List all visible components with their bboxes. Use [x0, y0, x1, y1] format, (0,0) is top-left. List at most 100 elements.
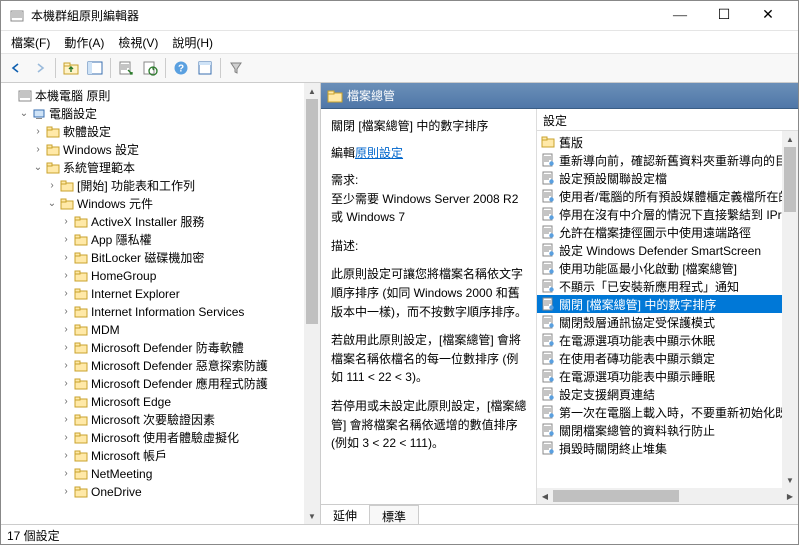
tab-strip: 延伸 標準: [321, 504, 798, 524]
policy-icon: [541, 441, 555, 455]
tree-item[interactable]: ›Microsoft Defender 防毒軟體: [3, 339, 302, 357]
tree-item[interactable]: ›Microsoft 次要驗證因素: [3, 411, 302, 429]
tree-item[interactable]: ›MDM: [3, 321, 302, 339]
scroll-left-icon[interactable]: ◀: [537, 488, 553, 504]
tree-start-menu[interactable]: ›[開始] 功能表和工作列: [3, 177, 302, 195]
tree-item[interactable]: ›Microsoft 使用者體驗虛擬化: [3, 429, 302, 447]
tree-item[interactable]: ›Microsoft 帳戶: [3, 447, 302, 465]
list-item[interactable]: 設定支援網頁連結: [537, 385, 798, 403]
tree-item[interactable]: ›BitLocker 磁碟機加密: [3, 249, 302, 267]
tree[interactable]: 本機電腦 原則 ⌄電腦設定 ›軟體設定 ›Windows 設定 ⌄系統管理範本 …: [1, 83, 304, 505]
list-item[interactable]: 損毀時關閉終止堆集: [537, 439, 798, 457]
folder-icon: [541, 135, 555, 149]
tree-item[interactable]: ›Microsoft Defender 應用程式防護: [3, 375, 302, 393]
maximize-button[interactable]: ☐: [702, 2, 746, 30]
label: 系統管理範本: [63, 159, 135, 177]
list-item[interactable]: 關閉殼層通訊協定受保護模式: [537, 313, 798, 331]
scroll-down-icon[interactable]: ▼: [304, 508, 320, 524]
label: Internet Explorer: [91, 285, 180, 303]
tab-extended[interactable]: 延伸: [321, 504, 370, 524]
list-item[interactable]: 關閉 [檔案總管] 中的數字排序: [537, 295, 798, 313]
show-hide-tree-button[interactable]: [84, 57, 106, 79]
settings-column-header[interactable]: 設定: [537, 109, 798, 131]
list-scrollbar-horizontal[interactable]: ◀ ▶: [537, 488, 798, 504]
policy-icon: [541, 279, 555, 293]
tree-item[interactable]: ›Internet Explorer: [3, 285, 302, 303]
app-icon: [9, 8, 25, 24]
folder-icon: [327, 88, 343, 104]
menu-help[interactable]: 說明(H): [166, 32, 219, 53]
tree-software-settings[interactable]: ›軟體設定: [3, 123, 302, 141]
tree-computer-config[interactable]: ⌄電腦設定: [3, 105, 302, 123]
list-item[interactable]: 設定 Windows Defender SmartScreen: [537, 241, 798, 259]
tree-windows-components[interactable]: ⌄Windows 元件: [3, 195, 302, 213]
edit-policy-link[interactable]: 原則設定: [355, 146, 403, 160]
refresh-button[interactable]: [139, 57, 161, 79]
edit-label: 編輯: [331, 146, 355, 160]
tree-item[interactable]: ›OneDrive: [3, 483, 302, 501]
properties-button[interactable]: [194, 57, 216, 79]
details-header-title: 檔案總管: [347, 87, 395, 104]
settings-list[interactable]: 舊版重新導向前，確認新舊資料夾重新導向的目標設定預設關聯設定檔使用者/電腦的所有…: [537, 131, 798, 459]
label: MDM: [91, 321, 120, 339]
menu-file[interactable]: 檔案(F): [5, 32, 56, 53]
scroll-up-icon[interactable]: ▲: [782, 131, 798, 147]
label: OneDrive: [91, 483, 142, 501]
tree-root[interactable]: 本機電腦 原則: [3, 87, 302, 105]
policy-icon: [541, 297, 555, 311]
close-button[interactable]: ✕: [746, 2, 790, 30]
label: 關閉殼層通訊協定受保護模式: [559, 314, 715, 331]
policy-icon: [541, 387, 555, 401]
scroll-up-icon[interactable]: ▲: [304, 83, 320, 99]
list-item[interactable]: 關閉檔案總管的資料執行防止: [537, 421, 798, 439]
list-item[interactable]: 在電源選項功能表中顯示睡眠: [537, 367, 798, 385]
policy-icon: [541, 405, 555, 419]
requirements-body: 或 Windows 7: [331, 208, 528, 227]
back-button[interactable]: [5, 57, 27, 79]
tree-windows-settings[interactable]: ›Windows 設定: [3, 141, 302, 159]
tree-item[interactable]: ›NetMeeting: [3, 465, 302, 483]
policy-icon: [541, 207, 555, 221]
filter-button[interactable]: [225, 57, 247, 79]
tree-scrollbar-vertical[interactable]: ▲ ▼: [304, 83, 320, 524]
policy-icon: [541, 423, 555, 437]
scroll-down-icon[interactable]: ▼: [782, 472, 798, 488]
details-pane: 檔案總管 關閉 [檔案總管] 中的數字排序 編輯原則設定 需求: 至少需要 Wi…: [321, 83, 798, 524]
help-button[interactable]: ?: [170, 57, 192, 79]
tab-standard[interactable]: 標準: [369, 505, 419, 524]
label: Windows 設定: [63, 141, 139, 159]
list-item[interactable]: 在使用者磚功能表中顯示鎖定: [537, 349, 798, 367]
minimize-button[interactable]: —: [658, 2, 702, 30]
tree-item[interactable]: ›ActiveX Installer 服務: [3, 213, 302, 231]
tree-item[interactable]: ›Microsoft Defender 惡意探索防護: [3, 357, 302, 375]
label: 舊版: [559, 134, 583, 151]
scroll-right-icon[interactable]: ▶: [782, 488, 798, 504]
tree-admin-templates[interactable]: ⌄系統管理範本: [3, 159, 302, 177]
forward-button[interactable]: [29, 57, 51, 79]
list-item[interactable]: 舊版: [537, 133, 798, 151]
policy-icon: [541, 153, 555, 167]
tree-item[interactable]: ›Microsoft Edge: [3, 393, 302, 411]
tree-item[interactable]: ›App 隱私權: [3, 231, 302, 249]
list-item[interactable]: 使用者/電腦的所有預設媒體櫃定義檔所在的: [537, 187, 798, 205]
up-button[interactable]: [60, 57, 82, 79]
list-scrollbar-vertical[interactable]: ▲ ▼: [782, 131, 798, 488]
list-item[interactable]: 不顯示「已安裝新應用程式」通知: [537, 277, 798, 295]
settings-list-panel: 設定 舊版重新導向前，確認新舊資料夾重新導向的目標設定預設關聯設定檔使用者/電腦…: [536, 109, 798, 504]
list-item[interactable]: 第一次在電腦上載入時，不要重新初始化既存: [537, 403, 798, 421]
list-item[interactable]: 設定預設關聯設定檔: [537, 169, 798, 187]
export-button[interactable]: [115, 57, 137, 79]
menu-view[interactable]: 檢視(V): [112, 32, 164, 53]
svg-text:?: ?: [178, 64, 184, 75]
label: Microsoft Defender 應用程式防護: [91, 375, 268, 393]
tree-item[interactable]: ›HomeGroup: [3, 267, 302, 285]
list-item[interactable]: 使用功能區最小化啟動 [檔案總管]: [537, 259, 798, 277]
list-item[interactable]: 停用在沒有中介層的情況下直接繫結到 IPrope: [537, 205, 798, 223]
label: [開始] 功能表和工作列: [77, 177, 195, 195]
menu-action[interactable]: 動作(A): [58, 32, 110, 53]
list-item[interactable]: 在電源選項功能表中顯示休眠: [537, 331, 798, 349]
label: 設定支援網頁連結: [559, 386, 655, 403]
list-item[interactable]: 允許在檔案捷徑圖示中使用遠端路徑: [537, 223, 798, 241]
list-item[interactable]: 重新導向前，確認新舊資料夾重新導向的目標: [537, 151, 798, 169]
tree-item[interactable]: ›Internet Information Services: [3, 303, 302, 321]
